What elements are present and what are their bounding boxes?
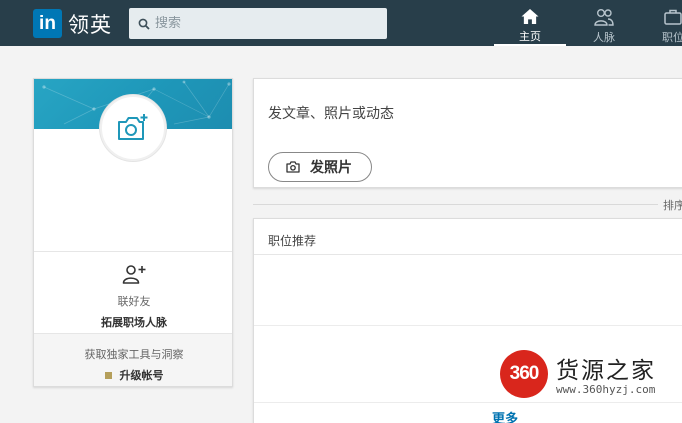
post-photo-button[interactable]: 发照片 <box>268 152 372 182</box>
nav-jobs[interactable]: 职位 <box>648 0 682 46</box>
search-box[interactable] <box>129 8 387 39</box>
search-input[interactable] <box>155 16 375 31</box>
share-prompt[interactable]: 发文章、照片或动态 <box>268 103 394 123</box>
sort-divider <box>253 204 658 205</box>
divider <box>254 254 682 255</box>
jobs-title: 职位推荐 <box>268 234 317 248</box>
watermark-name: 货源之家 <box>556 358 656 384</box>
people-icon <box>594 9 614 26</box>
nav-network[interactable]: 人脉 <box>569 0 639 46</box>
nav-home[interactable]: 主页 <box>494 0 566 46</box>
logo-text: 领英 <box>68 12 112 37</box>
watermark-badge: 360 <box>500 350 548 398</box>
divider <box>254 402 682 403</box>
premium-icon <box>104 371 112 379</box>
connect-label: 联好友 <box>117 295 151 308</box>
nav-network-label: 人脉 <box>593 31 615 44</box>
camera-icon <box>286 161 300 173</box>
more-jobs-link[interactable]: 更多 <box>492 408 518 423</box>
feed-sort-row: 排序 <box>253 197 682 213</box>
nav-jobs-label: 职位 <box>662 31 682 44</box>
watermark-url: www.360hyzj.com <box>556 383 656 396</box>
nav-home-label: 主页 <box>519 30 541 43</box>
briefcase-icon <box>664 9 682 25</box>
connect-section[interactable]: 联好友 拓展职场人脉 <box>34 251 232 333</box>
add-person-icon <box>122 265 146 284</box>
expand-network-link[interactable]: 拓展职场人脉 <box>34 314 232 330</box>
upgrade-hint: 获取独家工具与洞察 <box>84 348 184 361</box>
share-box: 发文章、照片或动态 发照片 <box>253 78 682 188</box>
linkedin-logo[interactable]: in 领英 <box>33 9 112 38</box>
search-icon <box>138 18 150 30</box>
upgrade-account-link[interactable]: 升级帐号 <box>34 367 232 383</box>
divider <box>254 325 682 326</box>
post-photo-label: 发照片 <box>310 160 352 176</box>
add-photo-icon <box>118 114 148 140</box>
profile-card: 联好友 拓展职场人脉 获取独家工具与洞察 升级帐号 <box>33 78 233 387</box>
add-photo-avatar[interactable] <box>100 95 166 161</box>
logo-mark: in <box>33 9 62 38</box>
upgrade-account-label: 升级帐号 <box>119 369 164 382</box>
top-nav-bar: in 领英 主页 人脉 职位 <box>0 0 682 46</box>
sort-dropdown[interactable]: 排序 <box>663 197 682 213</box>
upgrade-section[interactable]: 获取独家工具与洞察 升级帐号 <box>34 333 232 386</box>
home-icon <box>521 8 539 25</box>
watermark: 360 货源之家 www.360hyzj.com <box>500 348 682 400</box>
